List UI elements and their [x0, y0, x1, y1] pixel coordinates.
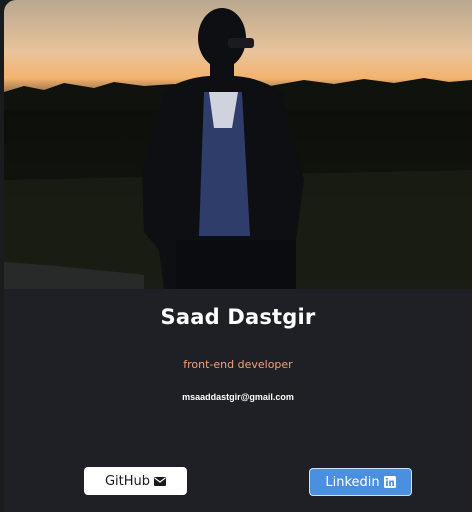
github-button-label: GitHub [104, 473, 151, 489]
linkedin-icon [383, 476, 396, 488]
profile-card: Saad Dastgir front-end developer msaadda… [4, 0, 472, 512]
profile-photo [4, 0, 472, 289]
linkedin-button[interactable]: Linkedin [309, 468, 412, 496]
profile-role: front-end developer [183, 358, 293, 371]
profile-email: msaaddastgir@gmail.com [182, 392, 294, 402]
github-button[interactable]: GitHub [84, 467, 187, 495]
profile-name: Saad Dastgir [160, 305, 316, 329]
envelope-icon [154, 476, 167, 486]
linkedin-button-label: Linkedin [325, 474, 380, 490]
